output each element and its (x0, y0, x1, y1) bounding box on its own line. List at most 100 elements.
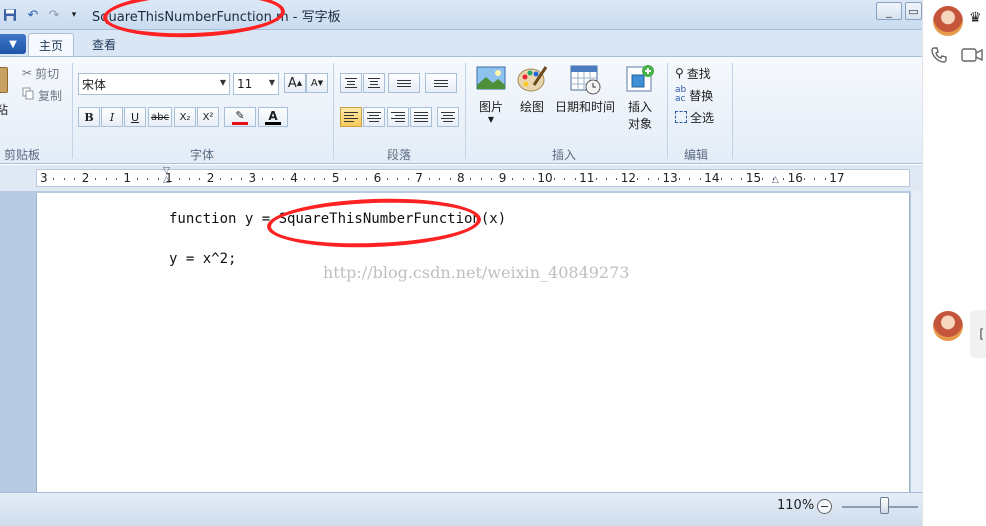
avatar[interactable] (933, 311, 963, 341)
ruler-tick (53, 178, 55, 180)
align-right-button[interactable] (387, 107, 409, 127)
avatar[interactable] (933, 6, 963, 36)
underline-button[interactable]: U (124, 107, 146, 127)
ruler-tick (783, 178, 785, 180)
subscript-button[interactable]: X₂ (174, 107, 196, 127)
find-button[interactable]: ⚲ 查找 (675, 63, 711, 83)
vertical-scrollbar[interactable] (911, 191, 922, 492)
restore-button[interactable]: ▭ (905, 2, 922, 20)
line-spacing-button[interactable] (425, 73, 457, 93)
document-page[interactable]: function y = SquareThisNumberFunction(x)… (36, 193, 910, 492)
cut-button[interactable]: ✂ 剪切 (22, 63, 59, 83)
watermark: http://blog.csdn.net/weixin_40849273 (323, 263, 630, 282)
font-name-select[interactable]: 宋体 ▼ (78, 73, 230, 95)
strikethrough-button[interactable]: abc (148, 107, 172, 127)
file-menu-button[interactable]: ▼ (0, 34, 26, 54)
select-all-button[interactable]: 全选 (675, 107, 714, 127)
ruler-tick (324, 178, 326, 180)
ruler-number: 8 (457, 171, 465, 185)
ruler-tick (605, 178, 607, 180)
ruler-number: 2 (81, 171, 90, 185)
ruler-number: 16 (787, 171, 803, 185)
palette-icon (516, 63, 548, 95)
zoom-slider-thumb[interactable] (880, 497, 889, 514)
ruler-tick (741, 178, 743, 180)
calendar-clock-icon (569, 63, 601, 95)
replace-icon: ab ac (675, 85, 687, 104)
tab-home[interactable]: 主页 (28, 33, 75, 56)
right-indent-marker[interactable]: △ (772, 175, 779, 185)
decrease-indent-button[interactable] (340, 73, 362, 93)
text-color-button[interactable]: A (258, 107, 288, 127)
shrink-font-icon: A (310, 77, 318, 89)
bullet-list-button[interactable] (388, 73, 420, 93)
save-icon[interactable] (2, 7, 18, 23)
date-time-button[interactable]: 日期和时间 (552, 63, 618, 115)
ruler-tick (678, 178, 680, 180)
ruler-tick (532, 178, 534, 180)
align-center-button[interactable] (363, 107, 385, 127)
insert-object-label-line2: 对象 (627, 117, 652, 131)
text-color-swatch (265, 121, 281, 125)
select-all-icon (675, 111, 687, 123)
ruler-tick (157, 178, 159, 180)
ruler-tick (115, 178, 117, 180)
insert-object-button[interactable]: 插入 对象 (613, 63, 667, 132)
ruler-track[interactable]: 3 2 1 1 2 3 4 5 6 7 8 9 10 11 12 13 14 15 16 17 ▽ △ △ (36, 167, 910, 187)
ruler-number: 14 (704, 171, 720, 185)
customize-quick-access-icon[interactable]: ▾ (66, 7, 82, 23)
ruler-number: 7 (415, 171, 423, 185)
redo-icon[interactable]: ↷ (46, 7, 62, 23)
left-indent-marker[interactable]: ▽ △ (163, 167, 170, 185)
ruler-tick (553, 178, 555, 180)
highlight-color-button[interactable]: ✎ (224, 107, 256, 127)
document-line-body[interactable]: y = x^2; (169, 251, 236, 267)
ruler-tick (616, 178, 618, 180)
increase-indent-button[interactable] (363, 73, 385, 93)
ruler-number: 4 (290, 171, 298, 185)
ruler-tick (188, 178, 190, 180)
bold-button[interactable]: B (78, 107, 100, 127)
ruler-tick (637, 178, 639, 180)
undo-icon[interactable]: ↶ (25, 7, 41, 23)
replace-label: 替换 (689, 88, 714, 103)
font-name-value: 宋体 (82, 77, 107, 92)
paste-button[interactable]: 粘 (0, 65, 12, 121)
insert-object-icon (624, 63, 656, 95)
insert-object-label-line1: 插入 (627, 100, 652, 114)
ruler-tick (564, 178, 566, 180)
ruler-tick (407, 178, 409, 180)
video-call-icon[interactable] (961, 48, 983, 66)
ruler-tick (439, 178, 441, 180)
font-size-select[interactable]: 11 ▼ (233, 73, 279, 95)
scissors-icon: ✂ (22, 66, 33, 80)
justify-button[interactable] (410, 107, 432, 127)
zoom-out-button[interactable]: − (817, 499, 832, 514)
align-left-button[interactable] (340, 107, 362, 127)
ruler-tick (522, 178, 524, 180)
replace-button[interactable]: ab ac 替换 (675, 85, 713, 105)
chat-message-bubble[interactable]: [ (970, 310, 986, 358)
ruler-tick (355, 178, 357, 180)
group-separator (732, 63, 733, 159)
paint-drawing-button[interactable]: 绘图 (505, 63, 559, 115)
ruler-number: 3 (248, 171, 257, 185)
text-color-icon: A (268, 108, 278, 123)
superscript-button[interactable]: X² (197, 107, 219, 127)
italic-button[interactable]: I (101, 107, 123, 127)
ruler-tick (647, 178, 649, 180)
phone-icon[interactable] (931, 47, 947, 67)
ruler-tick (314, 178, 316, 180)
ruler-tick (470, 178, 472, 180)
ruler-tick (689, 178, 691, 180)
minimize-button[interactable]: _ (876, 2, 902, 20)
copy-button[interactable]: 复制 (22, 85, 62, 105)
clipboard-icon (0, 67, 8, 93)
ruler-tick (147, 178, 149, 180)
copy-icon (22, 87, 35, 103)
shrink-font-button[interactable]: A ▼ (306, 73, 328, 93)
ruler-number: 13 (662, 171, 678, 185)
paragraph-settings-button[interactable] (437, 107, 459, 127)
grow-font-button[interactable]: A ▲ (284, 73, 306, 93)
tab-view[interactable]: 查看 (82, 33, 126, 56)
